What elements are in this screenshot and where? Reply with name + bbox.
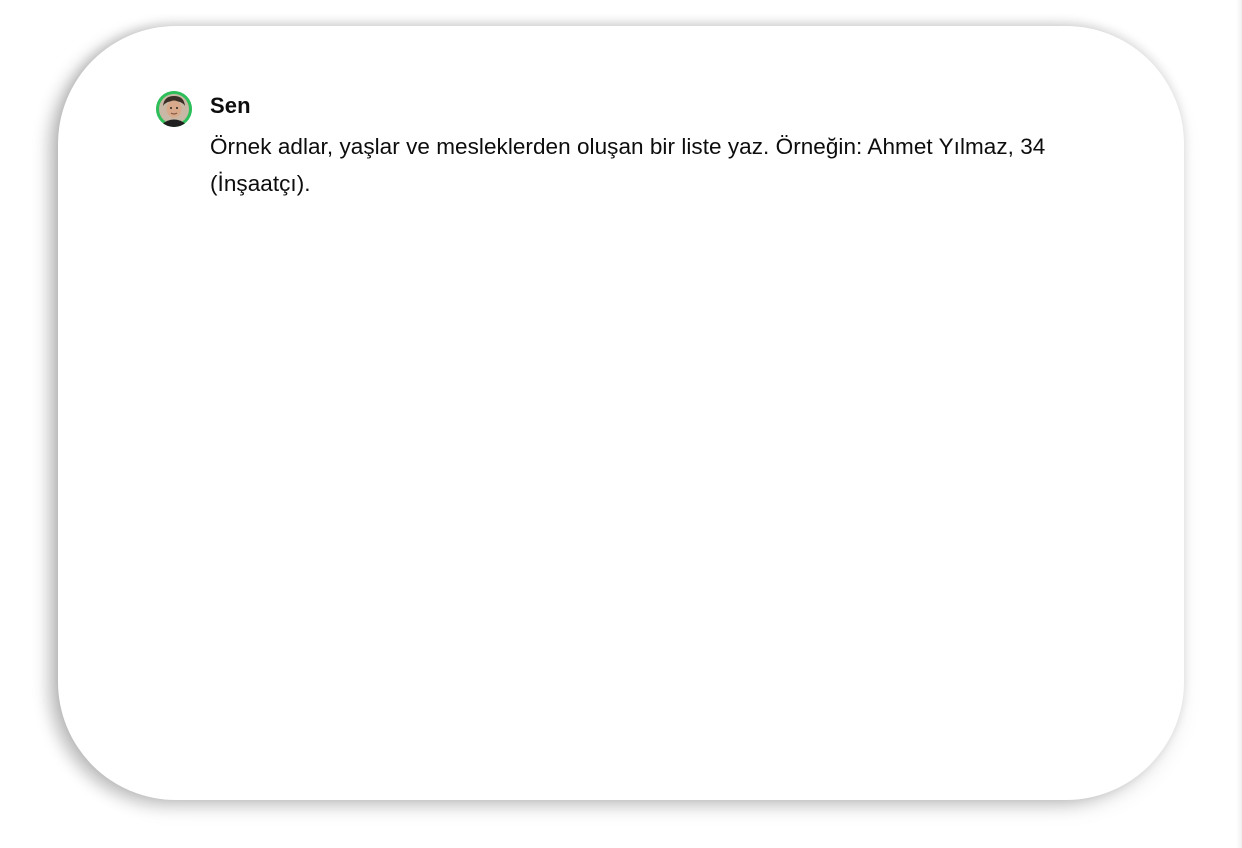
chat-card: Sen Örnek adlar, yaşlar ve mesleklerden … (58, 26, 1184, 800)
avatar[interactable] (156, 91, 192, 127)
scrollbar-track (1236, 0, 1242, 848)
page: Sen Örnek adlar, yaşlar ve mesleklerden … (0, 0, 1242, 848)
message-author: Sen (210, 93, 251, 118)
message-text: Örnek adlar, yaşlar ve mesleklerden oluş… (210, 134, 1046, 196)
message-content: Sen Örnek adlar, yaşlar ve mesleklerden … (210, 90, 1150, 202)
user-avatar-icon (156, 91, 192, 127)
